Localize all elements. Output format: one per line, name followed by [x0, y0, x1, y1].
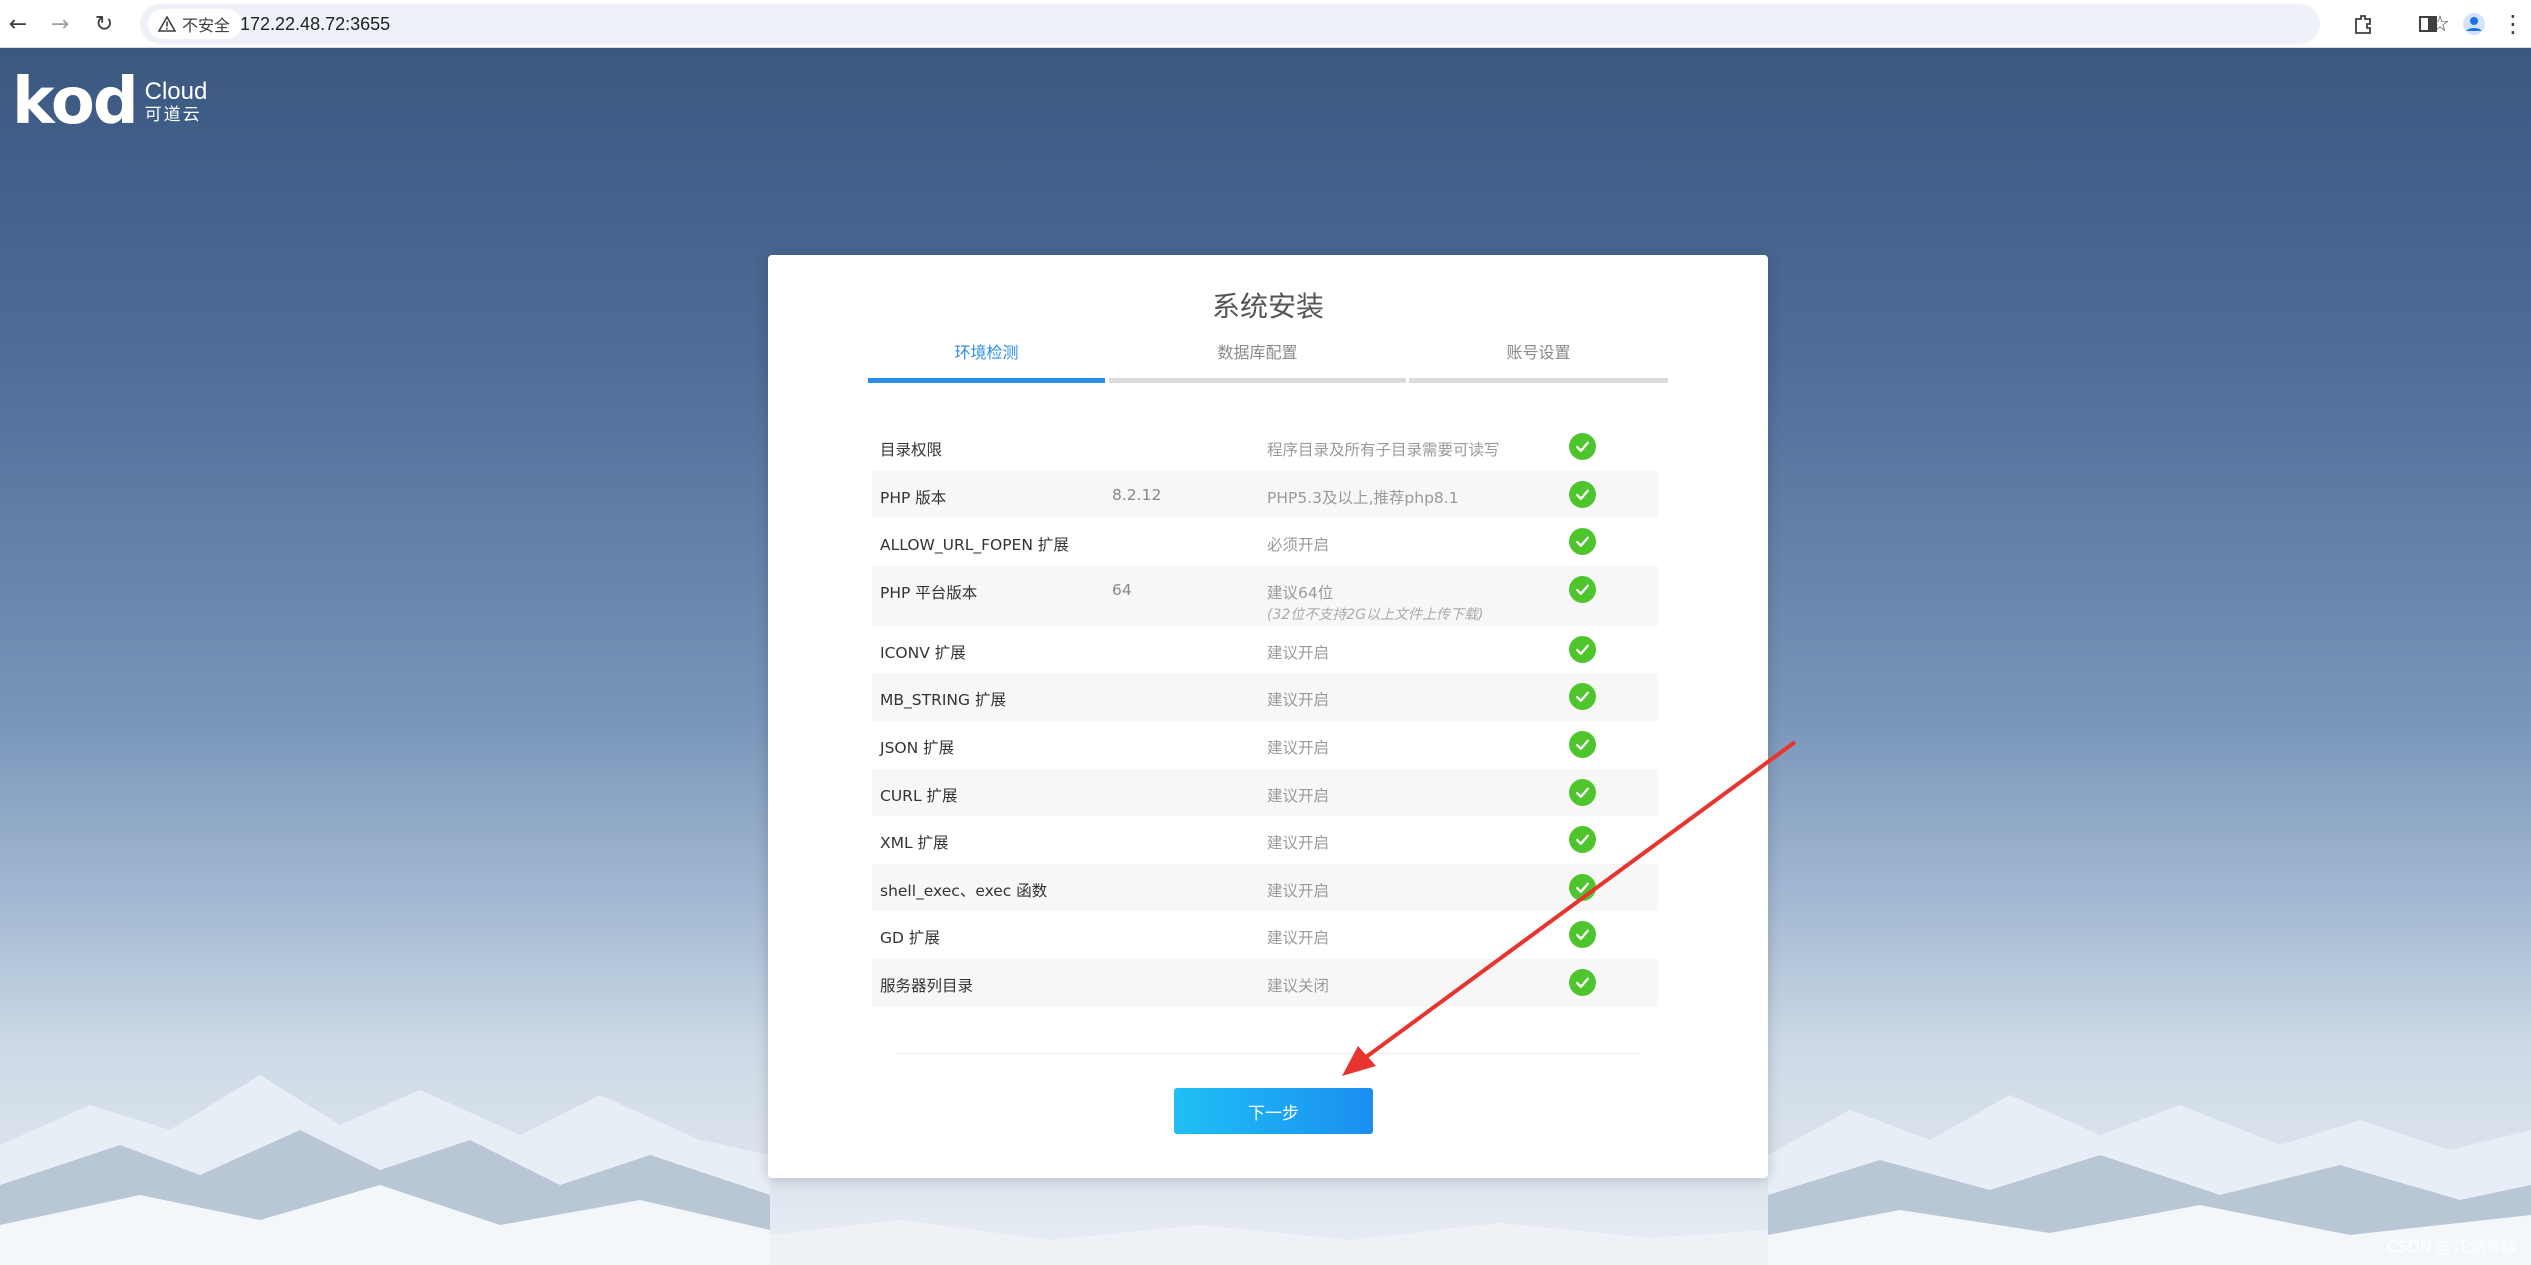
check-row-directory-listing: 服务器列目录 建议关闭	[872, 958, 1658, 1007]
check-name: ICONV 扩展	[880, 643, 966, 662]
check-requirement: 程序目录及所有子目录需要可读写	[1267, 441, 1500, 459]
divider	[896, 1053, 1640, 1054]
install-steps: 环境检测 数据库配置 账号设置	[868, 343, 1668, 383]
step-progress-bar	[1109, 378, 1406, 383]
kodcloud-logo[interactable]: kod Cloud 可道云	[12, 70, 207, 134]
page-title: 系统安装	[1211, 290, 1324, 323]
check-requirement: 建议开启	[1267, 881, 1330, 900]
url-text[interactable]: 172.22.48.72:3655	[240, 4, 390, 44]
check-name: 目录权限	[880, 441, 943, 459]
check-requirement: 建议开启	[1267, 786, 1330, 805]
check-ok-icon	[1569, 826, 1596, 854]
check-requirement: 建议开启	[1267, 691, 1330, 710]
check-name: PHP 版本	[880, 488, 947, 507]
security-label: 不安全	[182, 16, 231, 35]
address-bar[interactable]: 不安全 172.22.48.72:3655 ☆	[140, 4, 2450, 44]
check-requirement: PHP5.3及以上,推荐php8.1	[1267, 488, 1459, 507]
check-name: GD 扩展	[880, 929, 940, 948]
warning-icon	[158, 16, 176, 32]
logo-wordmark: kod	[12, 65, 139, 139]
check-row-mb-string: MB_STRING 扩展 建议开启	[872, 673, 1658, 721]
environment-check-table: 目录权限 程序目录及所有子目录需要可读写 PHP 版本 8.2.12 PHP5.…	[872, 423, 1658, 1007]
menu-kebab-icon[interactable]: ⋮	[2495, 6, 2531, 42]
check-name: 服务器列目录	[880, 976, 974, 995]
check-name: PHP 平台版本	[880, 583, 978, 602]
reload-icon[interactable]: ↻	[86, 6, 122, 42]
forward-icon[interactable]: →	[42, 6, 78, 42]
check-note: (32位不支持2G以上文件上传下载)	[1267, 606, 1484, 623]
check-value: 8.2.12	[1112, 485, 1162, 504]
check-ok-icon	[1569, 528, 1596, 556]
check-ok-icon	[1569, 778, 1596, 806]
side-panel-icon[interactable]	[2410, 6, 2446, 42]
check-row-iconv: ICONV 扩展 建议开启	[872, 626, 1658, 674]
check-requirement: 建议开启	[1267, 834, 1330, 853]
security-chip[interactable]: 不安全	[148, 9, 243, 39]
back-icon[interactable]: ←	[0, 6, 36, 42]
check-row-php-platform: PHP 平台版本 64 建议64位 (32位不支持2G以上文件上传下载)	[872, 565, 1658, 626]
check-name: CURL 扩展	[880, 786, 958, 805]
check-ok-icon	[1569, 683, 1596, 711]
check-row-shell-exec: shell_exec、exec 函数 建议开启	[872, 863, 1658, 912]
step-label: 数据库配置	[1217, 343, 1298, 362]
check-ok-icon	[1569, 635, 1596, 663]
check-name: JSON 扩展	[880, 738, 955, 757]
check-name: ALLOW_URL_FOPEN 扩展	[880, 536, 1069, 555]
check-row-gd: GD 扩展 建议开启	[872, 911, 1658, 959]
check-row-json: JSON 扩展 建议开启	[872, 721, 1658, 769]
check-requirement: 建议开启	[1267, 738, 1330, 757]
check-ok-icon	[1569, 873, 1596, 901]
check-ok-icon	[1569, 575, 1596, 603]
check-requirement: 建议开启	[1267, 929, 1330, 948]
logo-chinese-text: 可道云	[144, 105, 202, 125]
check-ok-icon	[1569, 968, 1596, 996]
step-environment-check[interactable]: 环境检测	[868, 343, 1105, 383]
check-requirement: 建议关闭	[1267, 976, 1330, 995]
watermark: CSDN @江湖有缘	[2386, 1237, 2517, 1256]
check-row-directory-permission: 目录权限 程序目录及所有子目录需要可读写	[872, 423, 1658, 471]
check-ok-icon	[1569, 480, 1596, 508]
logo-subtext: Cloud 可道云	[145, 80, 208, 124]
step-progress-bar	[868, 378, 1105, 383]
check-ok-icon	[1569, 921, 1596, 949]
check-requirement: 建议64位	[1267, 583, 1334, 602]
check-ok-icon	[1569, 730, 1596, 758]
next-step-button[interactable]: 下一步	[1174, 1088, 1373, 1134]
check-name: MB_STRING 扩展	[880, 691, 1006, 710]
step-label: 环境检测	[954, 343, 1019, 362]
check-requirement: 建议开启	[1267, 643, 1330, 662]
check-row-curl: CURL 扩展 建议开启	[872, 768, 1658, 817]
step-progress-bar	[1409, 378, 1668, 383]
step-label: 账号设置	[1506, 343, 1571, 362]
check-ok-icon	[1569, 433, 1596, 460]
check-row-xml: XML 扩展 建议开启	[872, 816, 1658, 864]
check-name: XML 扩展	[880, 834, 949, 853]
check-row-php-version: PHP 版本 8.2.12 PHP5.3及以上,推荐php8.1	[872, 470, 1658, 519]
step-account-settings[interactable]: 账号设置	[1409, 343, 1668, 383]
profile-avatar-icon[interactable]	[2456, 6, 2492, 42]
extensions-icon[interactable]	[2345, 6, 2381, 42]
check-requirement: 必须开启	[1267, 536, 1330, 555]
browser-toolbar: ← → ↻ 不安全 172.22.48.72:3655 ☆ ⋮	[0, 0, 2531, 48]
check-row-allow-url-fopen: ALLOW_URL_FOPEN 扩展 必须开启	[872, 518, 1658, 566]
check-name: shell_exec、exec 函数	[880, 881, 1048, 900]
logo-cloud-text: Cloud	[144, 78, 208, 105]
install-panel: 系统安装 环境检测 数据库配置 账号设置 目录权限 程序目录及所有子目录需要可读…	[768, 255, 1768, 1178]
check-value: 64	[1112, 580, 1132, 599]
step-database-config[interactable]: 数据库配置	[1109, 343, 1406, 383]
